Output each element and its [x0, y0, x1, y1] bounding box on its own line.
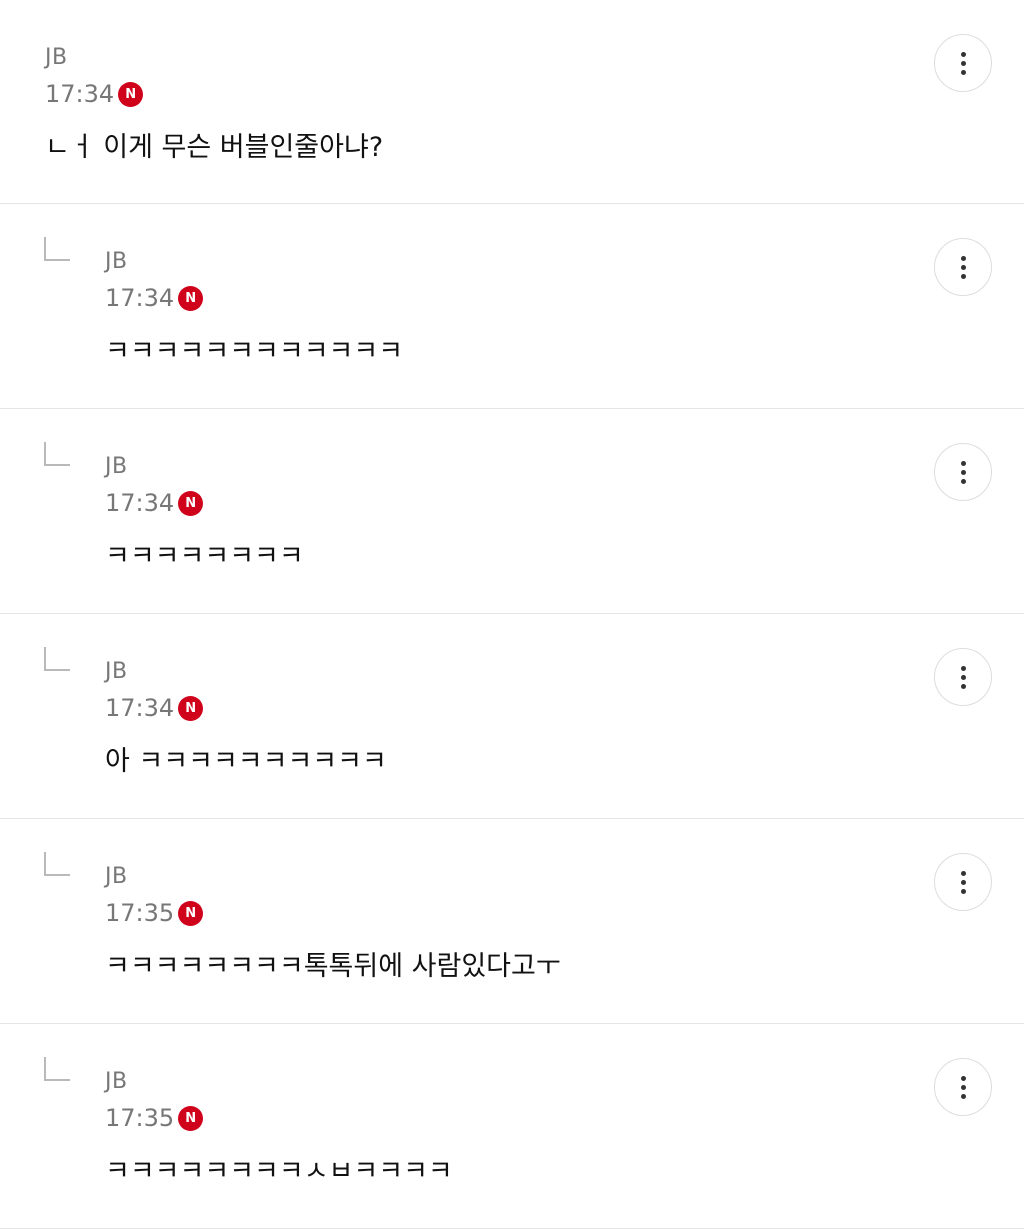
comment-text: ㄴㅓ 이게 무슨 버블인줄아냐? [45, 132, 384, 163]
comment-time: 17:34 [105, 284, 175, 312]
comment-author[interactable]: JB [45, 44, 383, 72]
new-badge-icon: N [178, 490, 204, 516]
reply-arrow-icon [44, 237, 70, 261]
comment-body: JB 17:34 N ㄴㅓ 이게 무슨 버블인줄아냐? [45, 44, 383, 165]
comment-text: ㅋㅋㅋㅋㅋㅋㅋㅋ [105, 541, 304, 572]
comment-meta: 17:35 N [105, 899, 561, 927]
comment-body: JB 17:34 N 아 ㅋㅋㅋㅋㅋㅋㅋㅋㅋㅋ [105, 658, 387, 779]
new-badge-icon: N [178, 285, 204, 311]
reply-item: JB 17:35 N ㅋㅋㅋㅋㅋㅋㅋㅋㅅㅂㅋㅋㅋㅋ [0, 1024, 1024, 1229]
comment-body: JB 17:35 N ㅋㅋㅋㅋㅋㅋㅋㅋㅅㅂㅋㅋㅋㅋ [105, 1068, 453, 1189]
comment-meta: 17:34 N [105, 489, 304, 517]
comment-author[interactable]: JB [105, 658, 387, 686]
more-vertical-icon [960, 870, 966, 894]
more-vertical-icon [960, 1075, 966, 1099]
more-vertical-icon [960, 255, 966, 279]
reply-arrow-icon [44, 647, 70, 671]
comment-author[interactable]: JB [105, 863, 561, 891]
more-options-button[interactable] [934, 853, 992, 911]
comment-meta: 17:35 N [105, 1104, 453, 1132]
comment-meta: 17:34 N [105, 694, 387, 722]
comment-author[interactable]: JB [105, 248, 403, 276]
comment-meta: 17:34 N [45, 80, 383, 108]
new-badge-icon: N [178, 900, 204, 926]
more-options-button[interactable] [934, 238, 992, 296]
more-options-button[interactable] [934, 34, 992, 92]
more-vertical-icon [960, 665, 966, 689]
reply-item: JB 17:35 N ㅋㅋㅋㅋㅋㅋㅋㅋ톡톡뒤에 사람있다고ㅜ [0, 819, 1024, 1024]
more-vertical-icon [960, 51, 966, 75]
comment-author[interactable]: JB [105, 453, 304, 481]
more-options-button[interactable] [934, 1058, 992, 1116]
reply-arrow-icon [44, 852, 70, 876]
comment-author[interactable]: JB [105, 1068, 453, 1096]
comment-meta: 17:34 N [105, 284, 403, 312]
comment-text: ㅋㅋㅋㅋㅋㅋㅋㅋㅅㅂㅋㅋㅋㅋ [105, 1156, 453, 1187]
comment-body: JB 17:34 N ㅋㅋㅋㅋㅋㅋㅋㅋㅋㅋㅋㅋ [105, 248, 403, 369]
more-vertical-icon [960, 460, 966, 484]
comment-text: ㅋㅋㅋㅋㅋㅋㅋㅋ톡톡뒤에 사람있다고ㅜ [105, 951, 561, 982]
comment-time: 17:34 [45, 80, 115, 108]
more-options-button[interactable] [934, 443, 992, 501]
more-options-button[interactable] [934, 648, 992, 706]
new-badge-icon: N [178, 1105, 204, 1131]
reply-item: JB 17:34 N ㅋㅋㅋㅋㅋㅋㅋㅋ [0, 409, 1024, 614]
reply-item: JB 17:34 N ㅋㅋㅋㅋㅋㅋㅋㅋㅋㅋㅋㅋ [0, 204, 1024, 409]
comment-text: ㅋㅋㅋㅋㅋㅋㅋㅋㅋㅋㅋㅋ [105, 336, 404, 367]
comment-time: 17:35 [105, 899, 175, 927]
new-badge-icon: N [118, 81, 144, 107]
comment-time: 17:35 [105, 1104, 175, 1132]
comment-text: 아 ㅋㅋㅋㅋㅋㅋㅋㅋㅋㅋ [105, 746, 387, 777]
reply-arrow-icon [44, 1057, 70, 1081]
comment-body: JB 17:34 N ㅋㅋㅋㅋㅋㅋㅋㅋ [105, 453, 304, 574]
reply-item: JB 17:34 N 아 ㅋㅋㅋㅋㅋㅋㅋㅋㅋㅋ [0, 614, 1024, 819]
comment-time: 17:34 [105, 489, 175, 517]
comment-list: JB 17:34 N ㄴㅓ 이게 무슨 버블인줄아냐? JB 17:34 N ㅋ… [0, 0, 1024, 1229]
comment-time: 17:34 [105, 694, 175, 722]
comment-item: JB 17:34 N ㄴㅓ 이게 무슨 버블인줄아냐? [0, 0, 1024, 204]
reply-arrow-icon [44, 442, 70, 466]
comment-body: JB 17:35 N ㅋㅋㅋㅋㅋㅋㅋㅋ톡톡뒤에 사람있다고ㅜ [105, 863, 561, 984]
new-badge-icon: N [178, 695, 204, 721]
